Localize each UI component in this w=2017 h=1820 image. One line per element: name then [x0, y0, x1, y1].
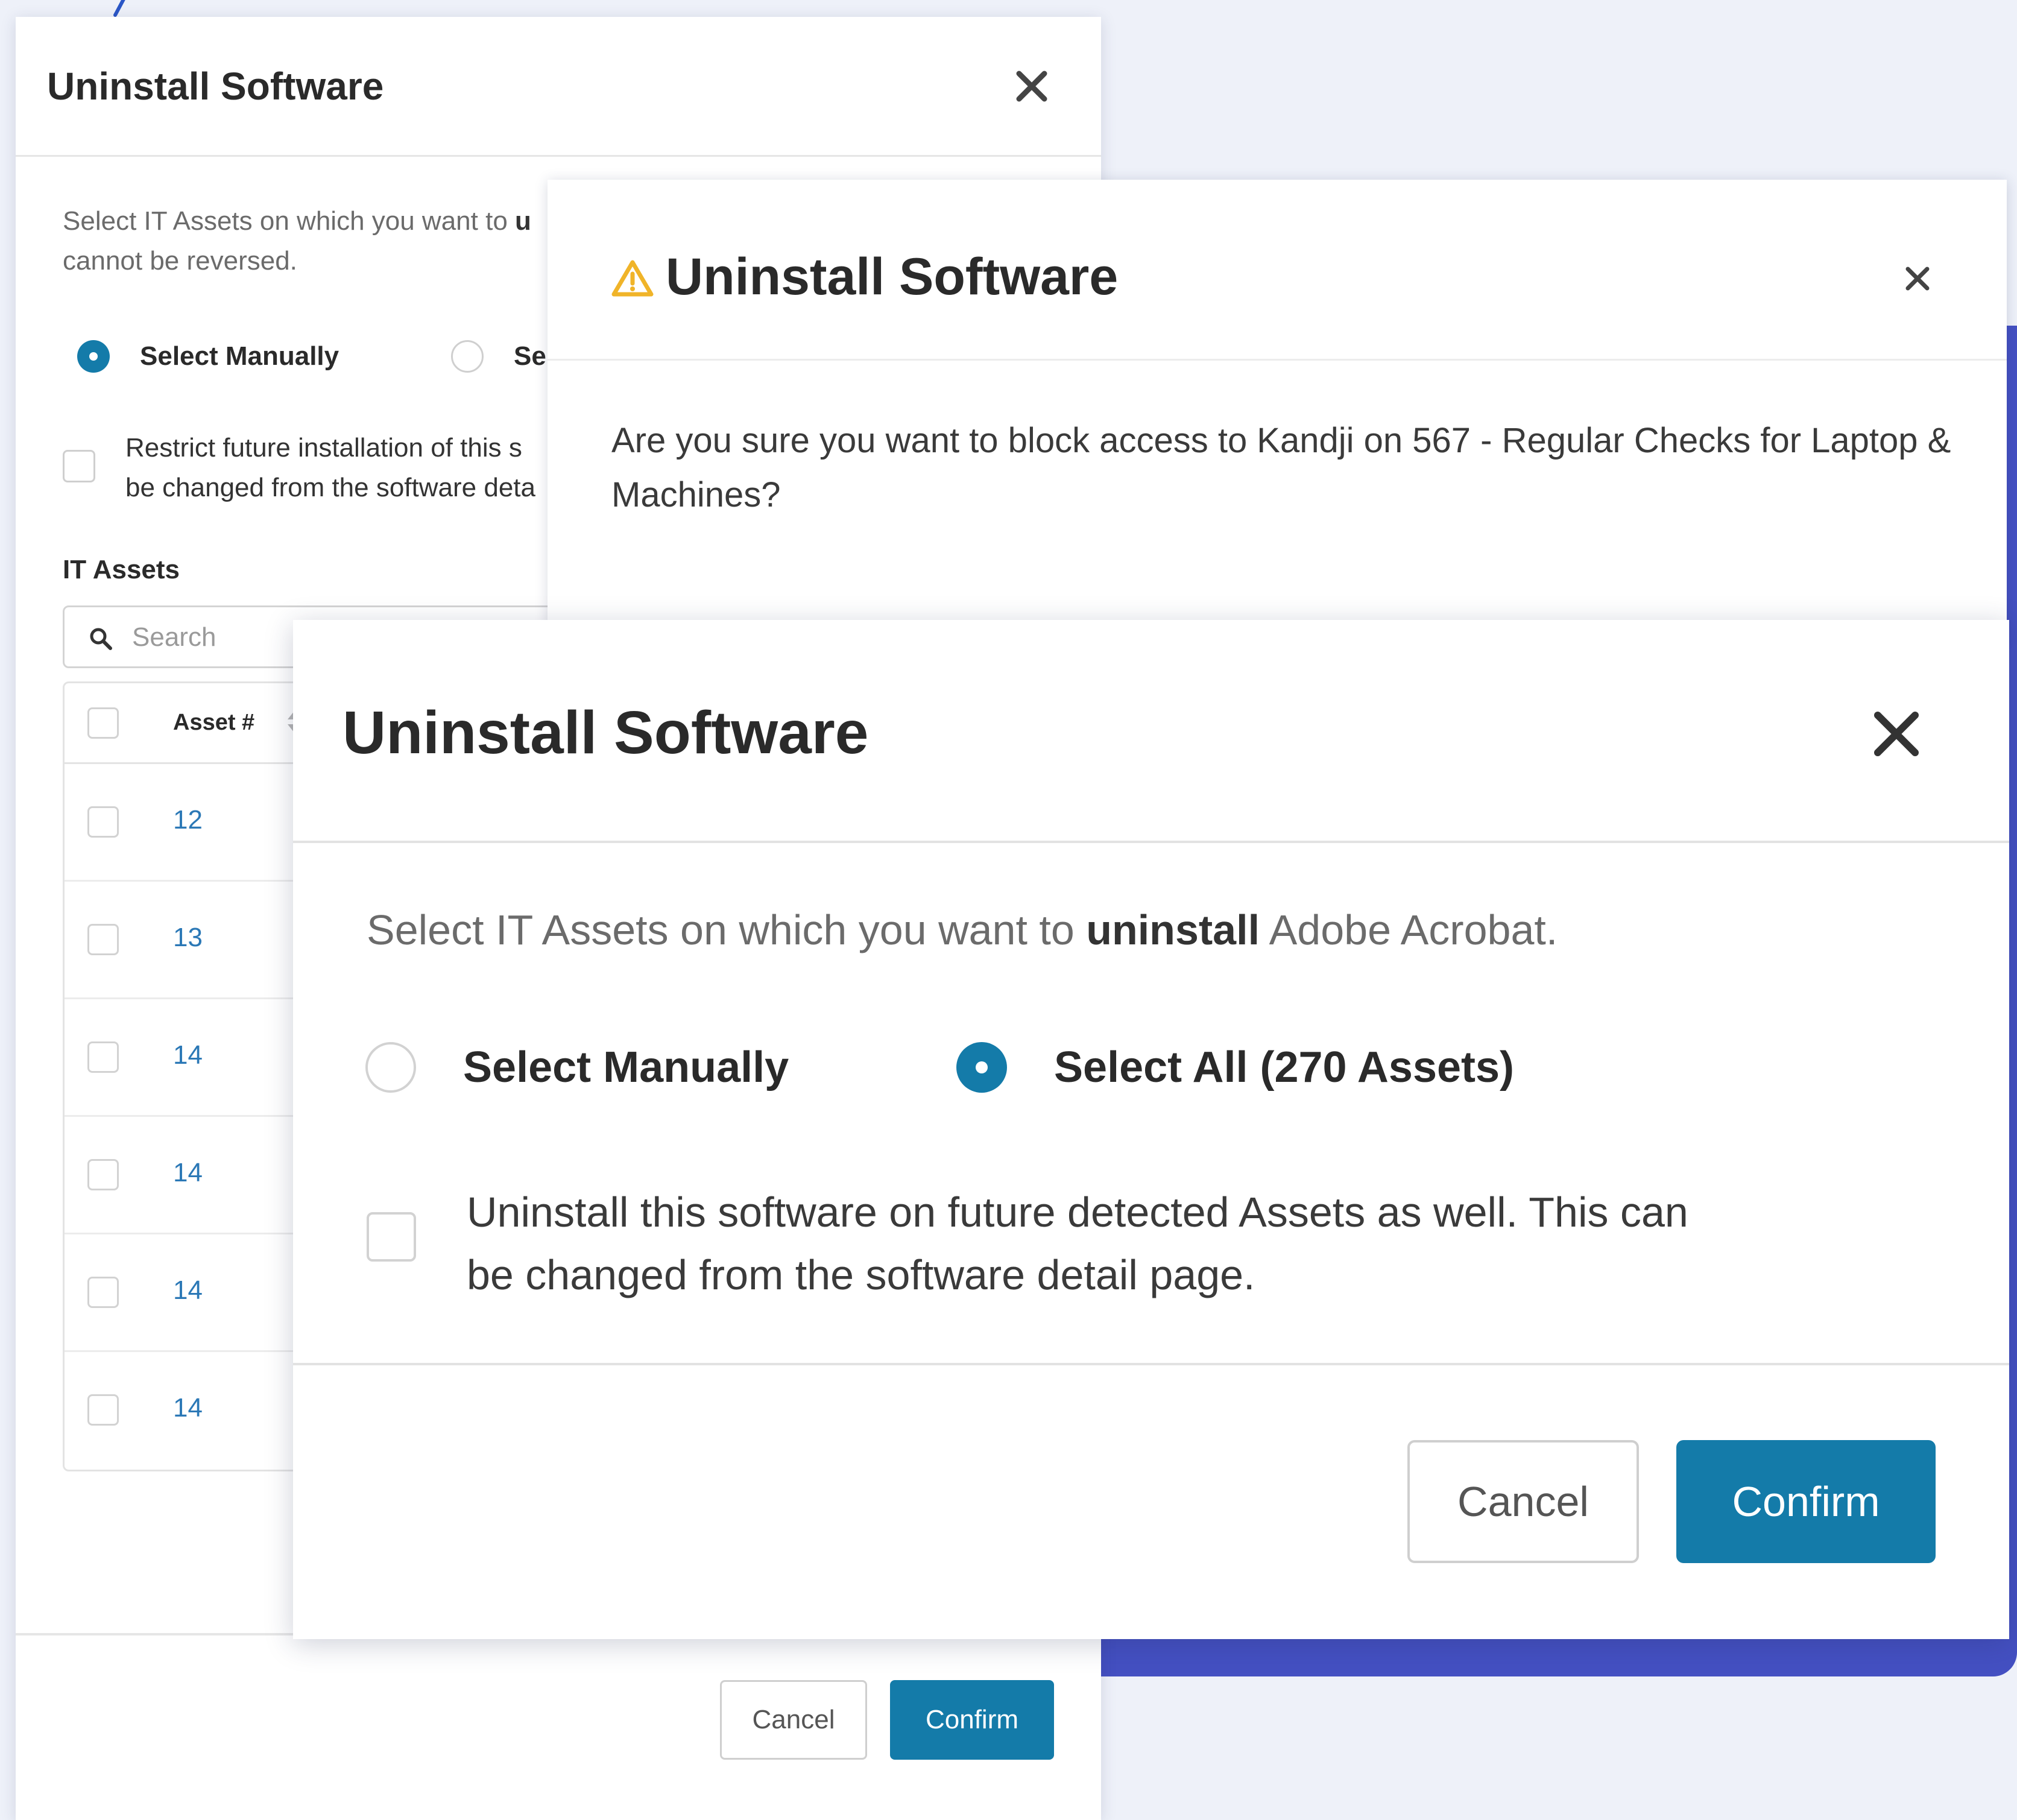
confirmation-question: Are you sure you want to block access to… [611, 421, 1951, 514]
radio-button[interactable] [451, 340, 484, 373]
asset-link[interactable]: 12 [173, 805, 203, 835]
cancel-button[interactable]: Cancel [1407, 1440, 1639, 1563]
close-icon[interactable] [1867, 704, 1926, 763]
section-title: IT Assets [63, 555, 180, 584]
radio-button-selected[interactable] [956, 1042, 1007, 1093]
modal-title: Uninstall Software [342, 699, 869, 766]
uninstall-modal-front: Uninstall Software Select IT Assets on w… [293, 620, 2009, 1639]
future-assets-text: Uninstall this software on future detect… [467, 1189, 1688, 1298]
footer-divider [293, 1363, 2009, 1365]
asset-link[interactable]: 14 [173, 1040, 203, 1070]
confirm-button[interactable]: Confirm [1676, 1440, 1936, 1563]
row-checkbox[interactable] [87, 1277, 119, 1308]
close-icon[interactable] [1011, 65, 1053, 107]
modal-title: Uninstall Software [666, 248, 1119, 306]
row-checkbox[interactable] [87, 1041, 119, 1073]
radio-select-manually[interactable]: Select Manually [365, 1042, 789, 1093]
future-assets-checkbox[interactable] [367, 1212, 416, 1262]
radio-button-selected[interactable] [77, 340, 110, 373]
modal-header: Uninstall Software [293, 620, 2009, 843]
asset-link[interactable]: 14 [173, 1275, 203, 1306]
radio-select-all[interactable]: Select All (270 Assets) [956, 1042, 1514, 1093]
modal-header: Uninstall Software [16, 17, 1101, 157]
confirm-button[interactable]: Confirm [890, 1680, 1054, 1760]
warning-icon [611, 260, 654, 297]
row-checkbox[interactable] [87, 924, 119, 955]
radio-label: Select Manually [140, 341, 339, 371]
modal-header: Uninstall Software [548, 180, 2007, 361]
asset-link[interactable]: 13 [173, 923, 203, 953]
background-accent-stroke [112, 0, 128, 18]
modal-description: Select IT Assets on which you want to un… [367, 906, 1558, 953]
radio-select-manually[interactable]: Select Manually [77, 340, 339, 373]
asset-link[interactable]: 14 [173, 1393, 203, 1423]
row-checkbox[interactable] [87, 806, 119, 838]
close-icon[interactable] [1898, 259, 1937, 298]
radio-label: Select Manually [463, 1043, 789, 1092]
row-checkbox[interactable] [87, 1159, 119, 1190]
row-checkbox[interactable] [87, 1394, 119, 1426]
asset-link[interactable]: 14 [173, 1158, 203, 1188]
column-header-asset[interactable]: Asset # [173, 710, 254, 736]
radio-label: Select All (270 Assets) [1054, 1043, 1515, 1092]
modal-title: Uninstall Software [47, 65, 384, 108]
cancel-button[interactable]: Cancel [720, 1680, 867, 1760]
restrict-checkbox[interactable] [63, 450, 95, 482]
search-icon [90, 628, 112, 650]
radio-button[interactable] [365, 1042, 416, 1093]
select-all-checkbox[interactable] [87, 707, 119, 739]
warning-modal: Uninstall Software Are you sure you want… [548, 180, 2007, 638]
